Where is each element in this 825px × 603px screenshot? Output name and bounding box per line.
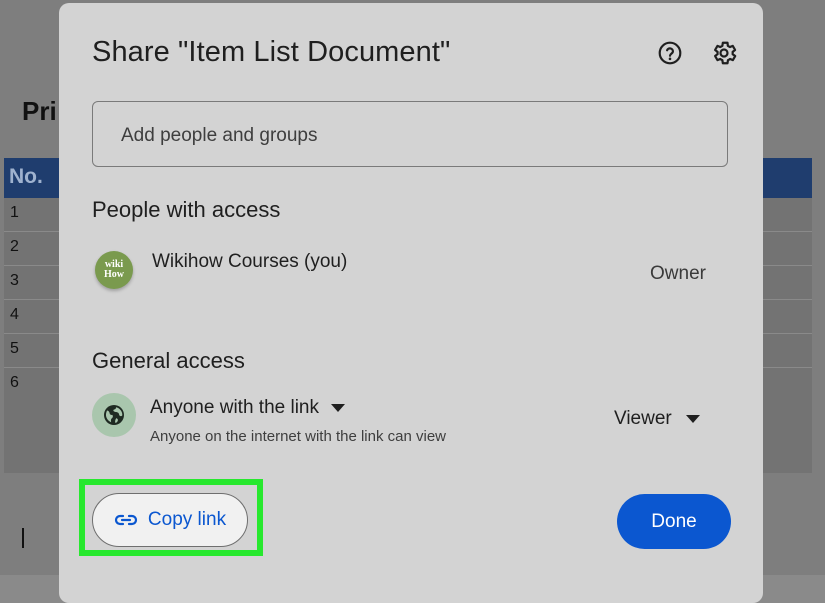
settings-button[interactable] bbox=[707, 36, 741, 70]
table-header-no: No. bbox=[9, 165, 43, 188]
gear-icon bbox=[714, 41, 737, 65]
person-name: Wikihow Courses (you) bbox=[152, 251, 348, 272]
help-circle-icon bbox=[658, 41, 682, 65]
avatar: wiki How bbox=[95, 251, 133, 289]
document-title: Pri bbox=[22, 96, 57, 126]
row-number: 3 bbox=[10, 272, 19, 289]
avatar-text-bottom: How bbox=[104, 269, 124, 280]
general-access-description: Anyone on the internet with the link can… bbox=[150, 428, 447, 445]
person-role: Owner bbox=[650, 263, 706, 284]
add-people-placeholder: Add people and groups bbox=[121, 125, 318, 146]
people-with-access-heading: People with access bbox=[92, 197, 281, 222]
row-number: 5 bbox=[10, 340, 19, 357]
general-access-dropdown[interactable]: Anyone with the link bbox=[150, 395, 345, 421]
row-number: 4 bbox=[10, 306, 19, 323]
help-button[interactable] bbox=[653, 36, 687, 70]
done-button[interactable]: Done bbox=[617, 494, 731, 549]
dialog-title: Share "Item List Document" bbox=[92, 36, 451, 68]
general-access-selected: Anyone with the link bbox=[150, 397, 319, 418]
text-cursor bbox=[22, 528, 24, 548]
globe-icon bbox=[104, 405, 124, 425]
caret-down-icon bbox=[331, 404, 345, 412]
globe-icon-badge bbox=[92, 393, 136, 437]
caret-down-icon bbox=[685, 415, 700, 423]
highlight-box bbox=[79, 479, 263, 556]
add-people-input[interactable]: Add people and groups bbox=[92, 101, 728, 167]
general-access-heading: General access bbox=[92, 348, 245, 373]
row-number: 2 bbox=[10, 238, 19, 255]
done-label: Done bbox=[651, 510, 697, 532]
role-dropdown[interactable]: Viewer bbox=[614, 406, 700, 432]
row-number: 6 bbox=[10, 374, 19, 391]
row-number: 1 bbox=[10, 204, 19, 221]
role-selected: Viewer bbox=[614, 408, 672, 429]
